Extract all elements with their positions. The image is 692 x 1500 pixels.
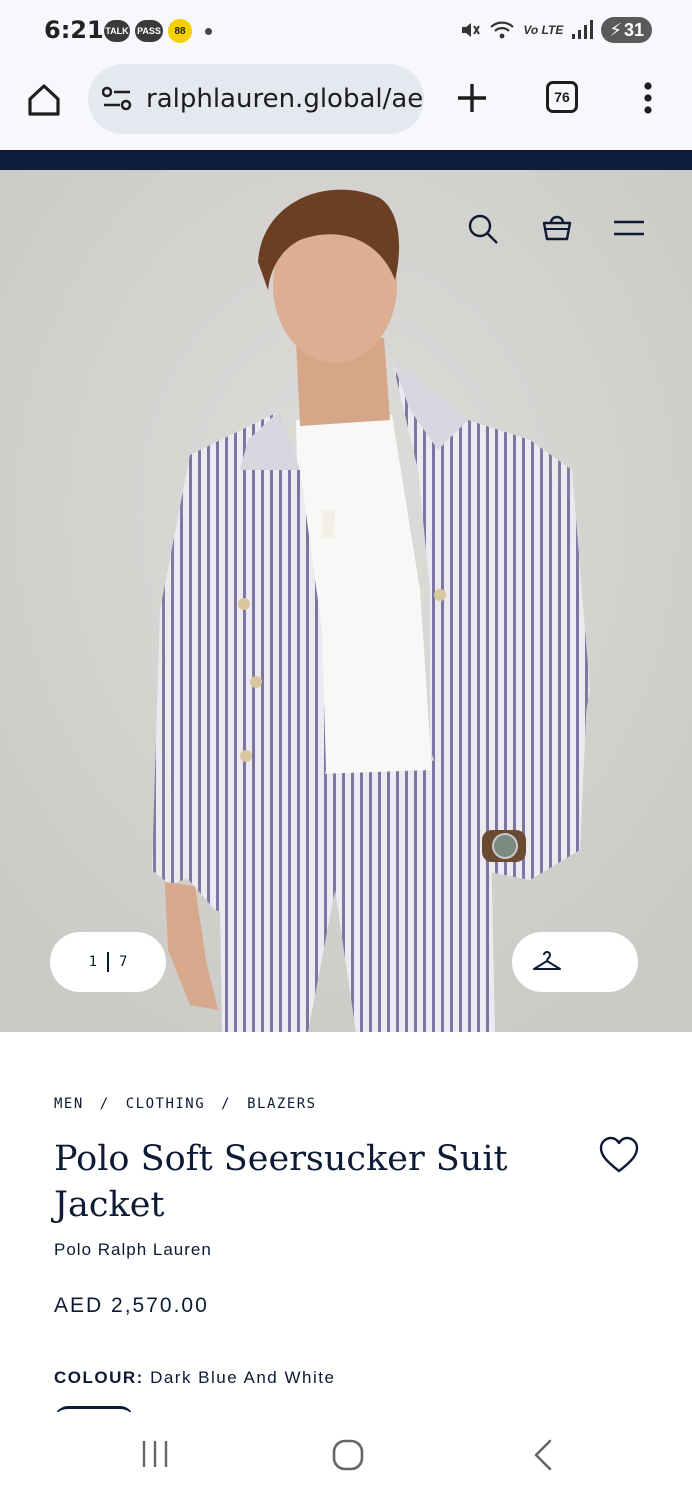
colour-row: COLOUR: Dark Blue And White xyxy=(54,1368,335,1388)
more-notifications-dot xyxy=(205,27,212,35)
breadcrumb-men[interactable]: MEN xyxy=(54,1096,84,1112)
app-notification-icon: 88 xyxy=(168,19,192,43)
new-tab-button[interactable] xyxy=(452,78,492,118)
hanger-icon xyxy=(533,951,561,970)
status-bar: 6:21 TALK PASS 88 Vo LTE ⚡ 31 xyxy=(0,0,692,62)
shopping-bag-icon[interactable] xyxy=(540,212,574,242)
recent-apps-icon[interactable] xyxy=(140,1438,170,1470)
back-icon[interactable] xyxy=(530,1438,556,1472)
pass-notification-icon: PASS xyxy=(135,20,163,42)
mute-icon xyxy=(462,23,481,37)
url-text: ralphlauren.global/ae xyxy=(146,84,424,114)
colour-label: COLOUR: xyxy=(54,1368,144,1387)
signal-icon xyxy=(572,20,594,39)
battery-level: 31 xyxy=(623,19,644,40)
wishlist-button[interactable] xyxy=(598,1136,640,1176)
product-price: AED 2,570.00 xyxy=(54,1294,209,1317)
image-counter-separator xyxy=(107,952,109,972)
product-title: Polo Soft Seersucker Suit Jacket xyxy=(54,1139,508,1225)
breadcrumb-separator: / xyxy=(221,1096,232,1112)
heart-icon xyxy=(599,1136,639,1173)
breadcrumb-blazers[interactable]: BLAZERS xyxy=(247,1096,317,1112)
breadcrumb-separator: / xyxy=(99,1096,110,1112)
site-top-bar xyxy=(0,150,692,170)
charging-icon: ⚡ xyxy=(609,19,622,40)
address-bar[interactable]: ralphlauren.global/ae xyxy=(88,64,424,134)
image-counter-current: 1 xyxy=(88,954,97,970)
wifi-icon xyxy=(490,21,515,39)
notification-icons: TALK PASS 88 xyxy=(104,19,212,43)
system-navigation-bar xyxy=(0,1412,692,1500)
browser-menu-button[interactable] xyxy=(636,80,660,116)
browser-toolbar: ralphlauren.global/ae 76 xyxy=(0,62,692,150)
model-wearing-seersucker-suit xyxy=(0,170,692,1032)
home-nav-icon[interactable] xyxy=(330,1438,366,1472)
image-counter: 1 7 xyxy=(50,932,166,992)
colour-value: Dark Blue And White xyxy=(150,1368,336,1387)
home-icon xyxy=(28,84,60,116)
breadcrumb: MEN / CLOTHING / BLAZERS xyxy=(54,1096,317,1112)
site-settings-icon[interactable] xyxy=(102,86,132,112)
product-brand: Polo Ralph Lauren xyxy=(54,1240,212,1259)
volte-indicator: Vo LTE xyxy=(523,23,564,37)
size-fit-button[interactable] xyxy=(512,932,638,992)
status-time: 6:21 xyxy=(44,16,104,44)
product-image[interactable]: 1 7 xyxy=(0,170,692,1032)
image-counter-total: 7 xyxy=(119,954,128,970)
hamburger-menu-icon[interactable] xyxy=(612,216,646,240)
search-icon[interactable] xyxy=(466,212,500,246)
plus-icon xyxy=(458,84,486,112)
talk-notification-icon: TALK xyxy=(104,20,130,42)
breadcrumb-clothing[interactable]: CLOTHING xyxy=(126,1096,205,1112)
battery-indicator: ⚡ 31 xyxy=(601,17,652,43)
tabs-button[interactable]: 76 xyxy=(546,81,578,113)
status-indicators: Vo LTE ⚡ 31 xyxy=(459,17,652,43)
more-vert-icon xyxy=(644,82,652,114)
home-button[interactable] xyxy=(24,80,64,120)
